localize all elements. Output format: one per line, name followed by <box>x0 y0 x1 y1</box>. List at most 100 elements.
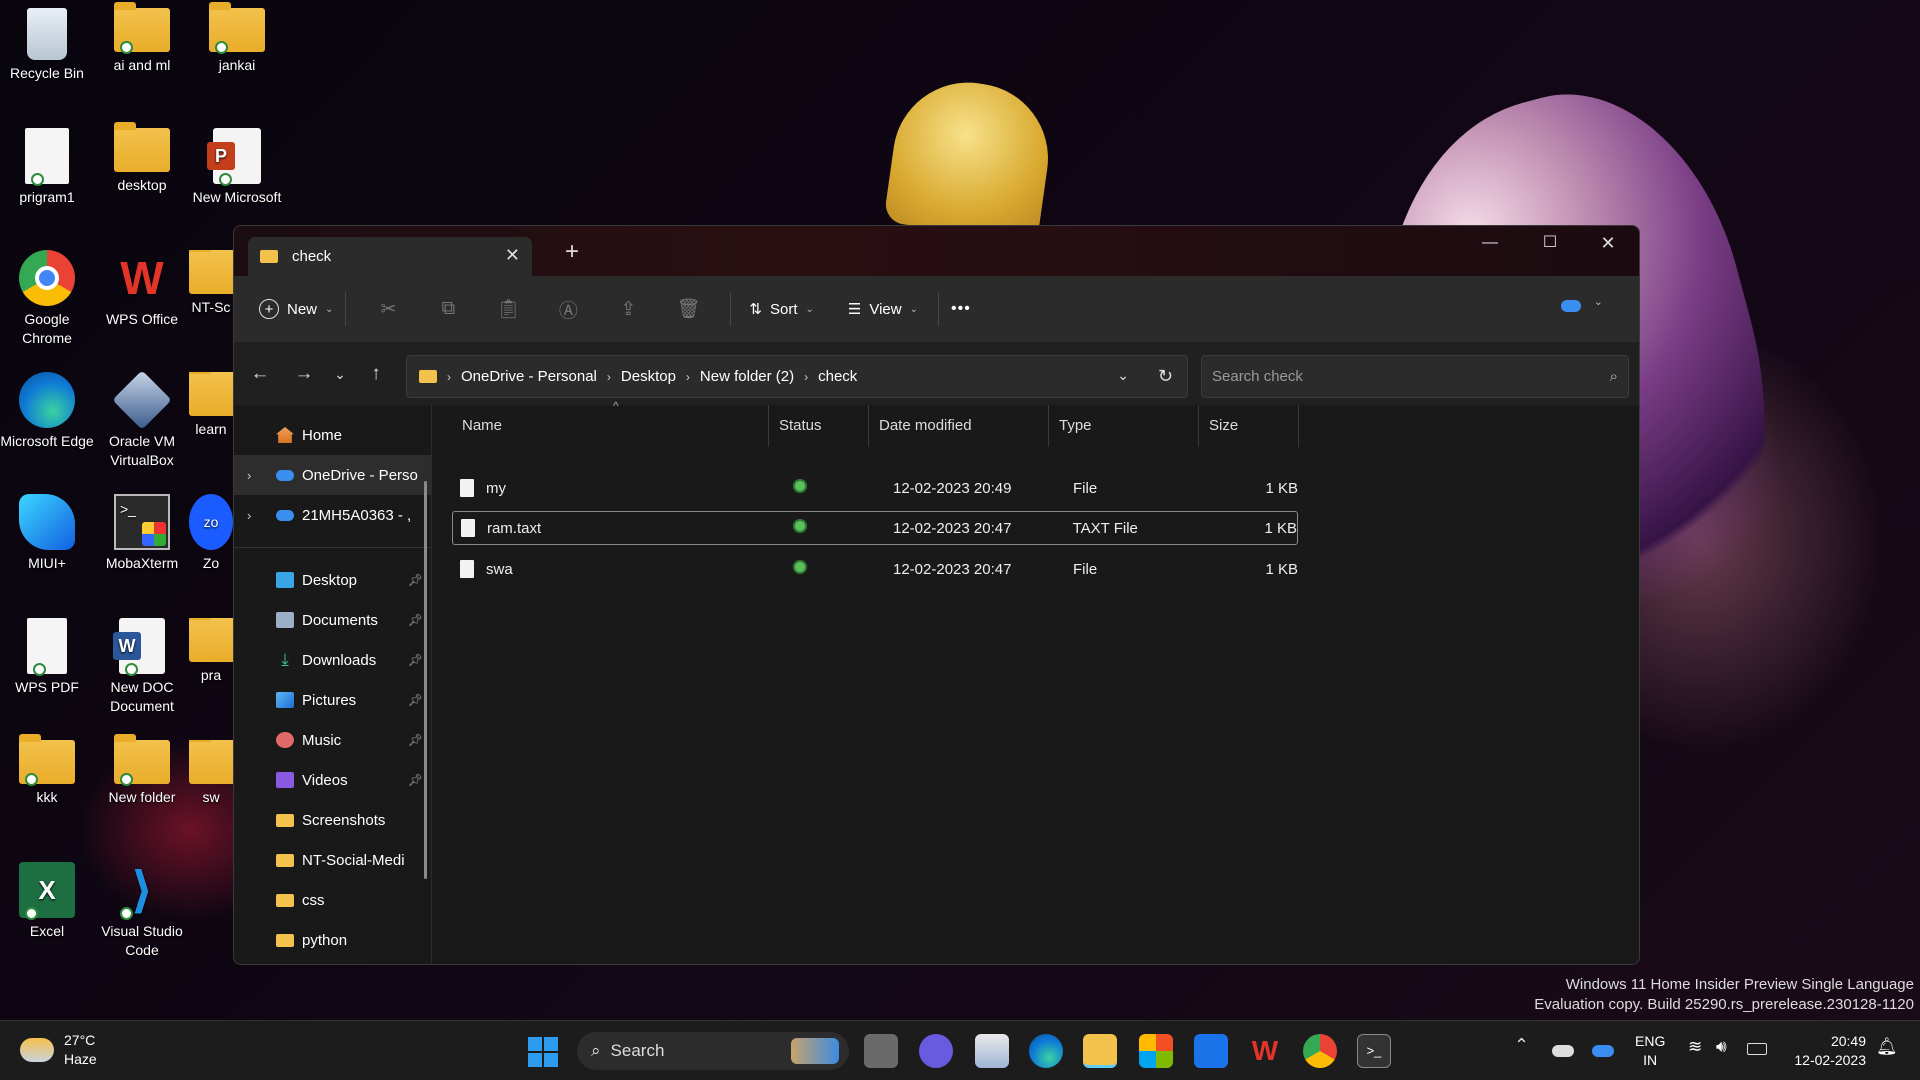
nav-item-account[interactable]: › 21MH5A0363 - , <box>234 495 431 535</box>
desktop-icon-new-microsoft[interactable]: P New Microsoft <box>189 128 285 207</box>
sort-button[interactable]: ⇅ Sort ⌄ <box>749 300 813 319</box>
wps-icon[interactable]: W <box>1248 1034 1282 1068</box>
nav-item-desktop[interactable]: Desktop 📌︎ <box>234 560 431 600</box>
share-icon[interactable]: ⇪ <box>608 289 648 329</box>
pin-icon[interactable]: 📌︎ <box>408 573 423 587</box>
nav-item-music[interactable]: Music 📌︎ <box>234 720 431 760</box>
desktop-icon-desktop[interactable]: desktop <box>94 122 190 195</box>
file-row[interactable]: swa 12-02-2023 20:47 File 1 KB <box>452 552 1298 586</box>
desktop-icon-learn[interactable]: learn <box>189 372 233 439</box>
microsoft-store-icon[interactable] <box>1139 1034 1173 1068</box>
nav-item-nt-social-media[interactable]: NT-Social-Medi <box>234 840 431 880</box>
desktop-icon-new-folder[interactable]: New folder <box>94 734 190 807</box>
desktop-icon-wps-pdf[interactable]: WPS PDF <box>0 618 95 697</box>
search-box[interactable]: Search check ⌕ <box>1201 355 1629 398</box>
clock[interactable]: 20:49 12-02-2023 <box>1780 1032 1866 1070</box>
desktop-icon-ai-and-ml[interactable]: ai and ml <box>94 2 190 75</box>
desktop-icon-miui[interactable]: MIUI+ <box>0 494 95 573</box>
desktop-icon-virtualbox[interactable]: Oracle VM VirtualBox <box>94 370 190 470</box>
desktop-icon-nt-sc[interactable]: NT-Sc <box>189 250 233 317</box>
terminal-icon[interactable]: >_ <box>1357 1034 1391 1068</box>
column-name[interactable]: Name <box>452 405 769 447</box>
address-bar[interactable]: › OneDrive - Personal › Desktop › New fo… <box>406 355 1188 398</box>
copy-icon[interactable]: ⧉ <box>428 289 468 329</box>
column-type[interactable]: Type <box>1049 405 1199 447</box>
start-button[interactable] <box>528 1037 558 1067</box>
volume-icon[interactable]: 🔊︎ <box>1716 1037 1727 1057</box>
desktop-icon-sw[interactable]: sw <box>189 740 233 807</box>
desktop-icon-mobaxterm[interactable]: >_ MobaXterm <box>94 494 190 573</box>
nav-item-python[interactable]: python <box>234 920 431 960</box>
refresh-icon[interactable]: ↻ <box>1158 366 1173 387</box>
file-explorer-icon[interactable] <box>1083 1034 1117 1068</box>
pin-icon[interactable]: 📌︎ <box>408 693 423 707</box>
onedrive-icon[interactable] <box>1552 1045 1574 1057</box>
teams-chat-icon[interactable] <box>919 1034 953 1068</box>
weather-widget[interactable]: 27°C Haze <box>20 1031 97 1069</box>
cut-icon[interactable]: ✂ <box>368 289 408 329</box>
desktop-icon-microsoft-edge[interactable]: Microsoft Edge <box>0 372 95 451</box>
breadcrumb-check[interactable]: check <box>818 368 857 385</box>
view-button[interactable]: ☰ View ⌄ <box>848 300 918 319</box>
file-row[interactable]: my 12-02-2023 20:49 File 1 KB <box>452 471 1298 505</box>
chrome-icon[interactable] <box>1303 1034 1337 1068</box>
maximize-button[interactable]: ☐ <box>1521 226 1579 260</box>
task-view-icon[interactable] <box>864 1034 898 1068</box>
nav-item-documents[interactable]: Documents 📌︎ <box>234 600 431 640</box>
chevron-down-icon[interactable]: ⌄ <box>1594 295 1603 308</box>
tab-check[interactable]: check ✕ <box>248 237 532 276</box>
new-tab-button[interactable]: + <box>565 238 579 266</box>
address-dropdown-icon[interactable]: ⌄ <box>1117 367 1129 384</box>
nav-item-screenshots[interactable]: Screenshots <box>234 800 431 840</box>
nav-item-home[interactable]: Home <box>234 415 431 455</box>
recent-locations-button[interactable]: ⌄ <box>322 356 358 392</box>
desktop-icon-google-chrome[interactable]: Google Chrome <box>0 250 95 348</box>
desktop-icon-pra[interactable]: pra <box>189 618 233 685</box>
up-button[interactable]: ↑ <box>358 356 394 392</box>
nav-item-videos[interactable]: Videos 📌︎ <box>234 760 431 800</box>
language-indicator[interactable]: ENG IN <box>1635 1032 1665 1070</box>
chevron-right-icon[interactable]: › <box>247 508 251 523</box>
pin-icon[interactable]: 📌︎ <box>408 653 423 667</box>
battery-icon[interactable] <box>1747 1043 1767 1055</box>
nav-item-downloads[interactable]: ⤓ Downloads 📌︎ <box>234 640 431 680</box>
close-window-button[interactable]: ✕ <box>1579 226 1637 260</box>
onedrive-status-icon[interactable] <box>1561 300 1581 312</box>
breadcrumb-onedrive[interactable]: OneDrive - Personal <box>461 368 597 385</box>
rename-icon[interactable]: Ⓐ <box>548 289 588 329</box>
desktop-icon-zoom[interactable]: zo Zo <box>189 494 233 573</box>
desktop-icon-excel[interactable]: X Excel <box>0 862 95 941</box>
pin-icon[interactable]: 📌︎ <box>408 613 423 627</box>
mail-icon[interactable] <box>1194 1034 1228 1068</box>
desktop-icon-prigram1[interactable]: prigram1 <box>0 128 95 207</box>
nav-scrollbar[interactable] <box>424 481 427 879</box>
minimize-button[interactable]: — <box>1461 226 1519 260</box>
breadcrumb-desktop[interactable]: Desktop <box>621 368 676 385</box>
breadcrumb-new-folder-2[interactable]: New folder (2) <box>700 368 794 385</box>
forward-button[interactable]: → <box>286 356 322 392</box>
edge-icon[interactable] <box>1029 1034 1063 1068</box>
nav-item-pictures[interactable]: Pictures 📌︎ <box>234 680 431 720</box>
back-button[interactable]: ← <box>242 356 278 392</box>
notifications-icon[interactable]: 🔔︎ <box>1876 1037 1898 1057</box>
desktop-icon-kkk[interactable]: kkk <box>0 734 95 807</box>
show-hidden-icons-icon[interactable]: ⌃ <box>1514 1035 1529 1056</box>
delete-icon[interactable]: 🗑︎ <box>668 289 708 329</box>
notepad-icon[interactable] <box>975 1034 1009 1068</box>
more-options-button[interactable]: ••• <box>951 300 971 318</box>
pin-icon[interactable]: 📌︎ <box>408 733 423 747</box>
close-tab-icon[interactable]: ✕ <box>505 245 520 266</box>
column-size[interactable]: Size <box>1199 405 1299 447</box>
desktop-icon-wps-office[interactable]: W WPS Office <box>94 250 190 329</box>
onedrive-icon[interactable] <box>1592 1045 1614 1057</box>
wifi-icon[interactable]: ≋ <box>1688 1037 1702 1057</box>
desktop-icon-jankai[interactable]: jankai <box>189 2 285 75</box>
pin-icon[interactable]: 📌︎ <box>408 773 423 787</box>
desktop-icon-new-doc-document[interactable]: W New DOC Document <box>94 618 190 716</box>
desktop-icon-vscode[interactable]: ⟩ Visual Studio Code <box>94 862 190 960</box>
nav-item-css[interactable]: css <box>234 880 431 920</box>
file-row[interactable]: ram.taxt 12-02-2023 20:47 TAXT File 1 KB <box>452 511 1298 545</box>
taskbar-search[interactable]: ⌕ Search <box>577 1032 849 1070</box>
paste-icon[interactable]: 📋︎ <box>488 289 528 329</box>
new-button[interactable]: + New ⌄ <box>259 299 333 319</box>
